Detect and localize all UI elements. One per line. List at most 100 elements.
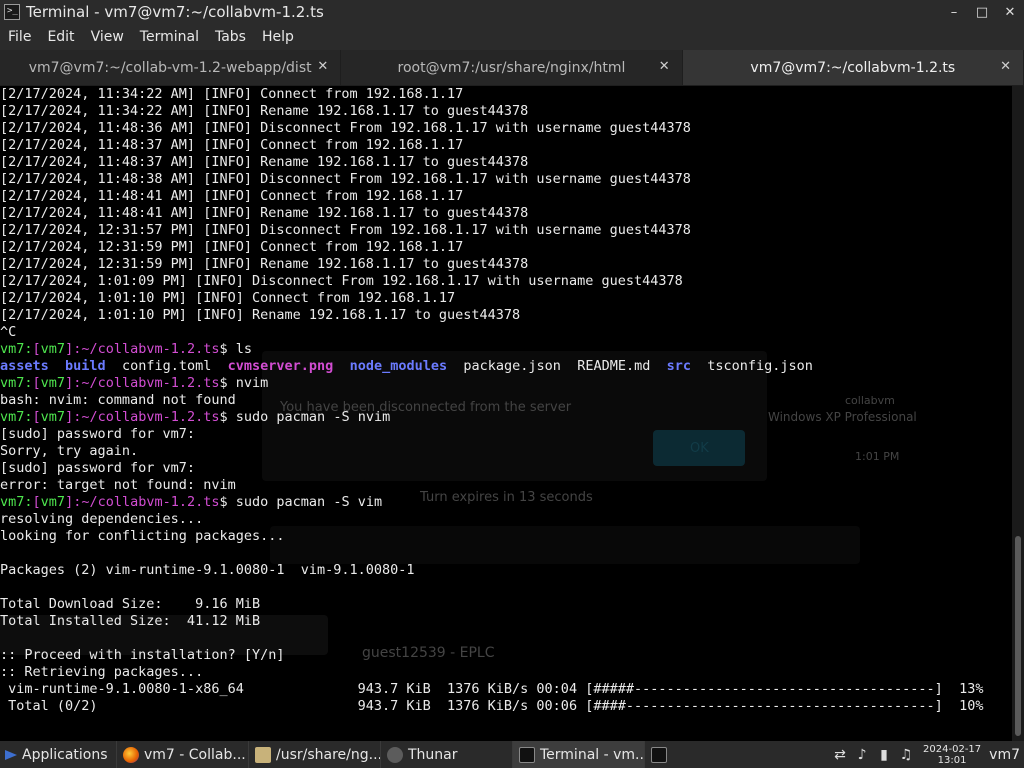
output-line: resolving dependencies...	[0, 511, 1012, 528]
log-line: [2/17/2024, 11:48:37 AM] [INFO] Rename 1…	[0, 154, 1012, 171]
firefox-icon	[123, 746, 139, 763]
log-line: [2/17/2024, 11:34:22 AM] [INFO] Rename 1…	[0, 103, 1012, 120]
prompt-host: vm7	[40, 409, 66, 425]
tab-nginx-html[interactable]: root@vm7:/usr/share/nginx/html ✕	[341, 50, 683, 85]
menu-view[interactable]: View	[83, 29, 132, 45]
log-line: [2/17/2024, 1:01:09 PM] [INFO] Disconnec…	[0, 273, 1012, 290]
menu-terminal[interactable]: Terminal	[132, 29, 207, 45]
tab-webapp-dist[interactable]: vm7@vm7:~/collab-vm-1.2-webapp/dist ✕	[0, 50, 342, 85]
prompt-host: vm7	[40, 494, 66, 510]
prompt-colon: :	[24, 375, 33, 391]
ls-entry: README.md	[577, 358, 651, 374]
taskbar-window-label: Thunar	[408, 746, 458, 763]
log-text: [2/17/2024, 11:48:41 AM] [INFO] Rename 1…	[0, 205, 529, 221]
output-text: [sudo] password for vm7:	[0, 426, 196, 442]
output-text: Total Download Size: 9.16 MiB	[0, 596, 261, 612]
menu-help[interactable]: Help	[254, 29, 302, 45]
log-text: [2/17/2024, 1:01:10 PM] [INFO] Rename 19…	[0, 307, 521, 323]
command-text: sudo pacman -S vim	[227, 494, 383, 510]
prompt-symbol: $	[219, 375, 228, 391]
ls-output: assets build config.toml cvmserver.png n…	[0, 358, 1012, 375]
taskbar-window-thunar[interactable]: Thunar	[380, 741, 512, 768]
file-manager-icon	[387, 746, 403, 763]
tab-bar: vm7@vm7:~/collab-vm-1.2-webapp/dist ✕ ro…	[0, 50, 1024, 86]
prompt-bracket: ]	[65, 494, 74, 510]
log-line: [2/17/2024, 11:48:41 AM] [INFO] Rename 1…	[0, 205, 1012, 222]
volume-icon[interactable]: ♪	[851, 747, 873, 763]
menubar: File Edit View Terminal Tabs Help	[0, 24, 1024, 50]
taskbar-terminal-launcher[interactable]	[644, 741, 678, 768]
minimize-icon[interactable]: –	[940, 5, 968, 20]
output-text: Sorry, try again.	[0, 443, 139, 459]
log-text: [2/17/2024, 11:48:37 AM] [INFO] Connect …	[0, 137, 464, 153]
ls-entry: config.toml	[121, 358, 212, 374]
taskbar-window-firefox[interactable]: vm7 - Collab...	[116, 741, 248, 768]
scrollbar-thumb[interactable]	[1015, 536, 1021, 736]
window-titlebar[interactable]: >_ Terminal - vm7@vm7:~/collabvm-1.2.ts …	[0, 0, 1024, 24]
command-line: vm7:[vm7]:~/collabvm-1.2.ts$ sudo pacman…	[0, 409, 1012, 426]
command-line: vm7:[vm7]:~/collabvm-1.2.ts$ nvim	[0, 375, 1012, 392]
terminal-scrollbar[interactable]	[1012, 86, 1024, 741]
terminal-output[interactable]: You have been disconnected from the serv…	[0, 86, 1012, 741]
network-icon[interactable]: ⇄	[829, 747, 851, 763]
close-icon[interactable]: ✕	[996, 5, 1024, 20]
menu-edit[interactable]: Edit	[39, 29, 82, 45]
ls-entry: package.json	[463, 358, 561, 374]
output-line: :: Proceed with installation? [Y/n]	[0, 647, 1012, 664]
prompt-symbol: $	[219, 494, 228, 510]
taskbar-window-editor[interactable]: /usr/share/ng...	[248, 741, 380, 768]
terminal-icon	[519, 746, 535, 763]
menu-tabs[interactable]: Tabs	[207, 29, 254, 45]
applications-menu-button[interactable]: Applications	[0, 741, 116, 768]
tab-collabvm[interactable]: vm7@vm7:~/collabvm-1.2.ts ✕	[682, 50, 1024, 85]
battery-icon[interactable]: ▮	[873, 747, 895, 763]
prompt-symbol: $	[219, 409, 228, 425]
prompt-bracket: ]	[65, 409, 74, 425]
clock[interactable]: 2024-02-17 13:01	[917, 744, 987, 766]
ls-entry: assets	[0, 358, 49, 374]
notification-bell-icon[interactable]: ♫	[895, 747, 917, 763]
output-text: [sudo] password for vm7:	[0, 460, 196, 476]
prompt-bracket: [	[32, 494, 41, 510]
tab-label: vm7@vm7:~/collab-vm-1.2-webapp/dist	[28, 59, 312, 76]
output-text: resolving dependencies...	[0, 511, 204, 527]
ls-spacer	[561, 358, 577, 374]
prompt-user: vm7	[0, 494, 25, 510]
tab-close-icon[interactable]: ✕	[659, 59, 670, 74]
command-text: nvim	[227, 375, 269, 391]
log-line: [2/17/2024, 12:31:57 PM] [INFO] Disconne…	[0, 222, 1012, 239]
output-line: :: Retrieving packages...	[0, 664, 1012, 681]
output-text: bash: nvim: command not found	[0, 392, 236, 408]
prompt-user: vm7	[0, 409, 25, 425]
tab-close-icon[interactable]: ✕	[1000, 59, 1011, 74]
clock-date: 2024-02-17	[923, 743, 982, 755]
log-text: [2/17/2024, 1:01:09 PM] [INFO] Disconnec…	[0, 273, 683, 289]
log-line: [2/17/2024, 11:34:22 AM] [INFO] Connect …	[0, 86, 1012, 103]
prompt-path: :~/collabvm-1.2.ts	[73, 409, 220, 425]
output-text: looking for conflicting packages...	[0, 528, 285, 544]
prompt-bracket: ]	[65, 375, 74, 391]
session-user[interactable]: vm7	[987, 747, 1024, 763]
taskbar-window-label: Terminal - vm...	[540, 746, 644, 763]
log-text: [2/17/2024, 11:48:37 AM] [INFO] Rename 1…	[0, 154, 529, 170]
output-line: Packages (2) vim-runtime-9.1.0080-1 vim-…	[0, 562, 1012, 579]
output-text: :: Proceed with installation? [Y/n]	[0, 647, 285, 663]
taskbar-window-terminal[interactable]: Terminal - vm...	[512, 741, 644, 768]
log-line: [2/17/2024, 12:31:59 PM] [INFO] Rename 1…	[0, 256, 1012, 273]
text-editor-icon	[255, 746, 271, 763]
tab-label: root@vm7:/usr/share/nginx/html	[397, 59, 626, 76]
command-text: sudo pacman -S nvim	[227, 409, 391, 425]
maximize-icon[interactable]: □	[968, 5, 996, 20]
prompt-path: :~/collabvm-1.2.ts	[73, 494, 220, 510]
prompt-colon: :	[24, 341, 33, 357]
tab-close-icon[interactable]: ✕	[317, 59, 328, 74]
ls-spacer	[650, 358, 666, 374]
output-text: :: Retrieving packages...	[0, 664, 204, 680]
log-line: [2/17/2024, 11:48:41 AM] [INFO] Connect …	[0, 188, 1012, 205]
prompt-user: vm7	[0, 375, 25, 391]
log-text: [2/17/2024, 12:31:59 PM] [INFO] Rename 1…	[0, 256, 529, 272]
menu-file[interactable]: File	[0, 29, 39, 45]
log-text: [2/17/2024, 11:34:22 AM] [INFO] Connect …	[0, 86, 464, 102]
output-line: Total Installed Size: 41.12 MiB	[0, 613, 1012, 630]
